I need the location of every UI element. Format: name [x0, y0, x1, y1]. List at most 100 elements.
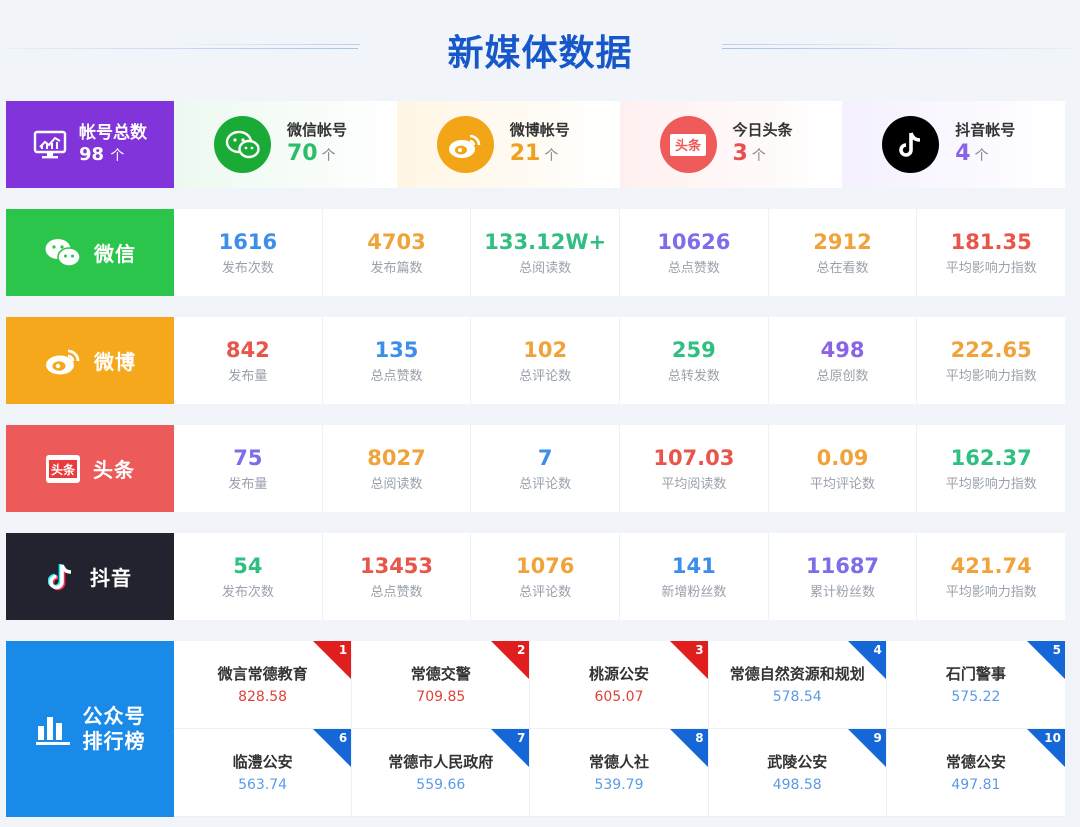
accounts-total-count: 98 [79, 144, 105, 165]
ranking-item[interactable]: 8 常德人社 539.79 [530, 729, 709, 817]
stat-cell[interactable]: 10626 总点赞数 [620, 209, 769, 296]
weibo-icon [44, 346, 82, 376]
account-card-toutiao[interactable]: 头条 今日头条 3个 [619, 101, 843, 188]
stat-label: 总原创数 [816, 369, 869, 384]
ranking-section: 公众号 排行榜 1 微言常德教育 828.58 2 常德交警 709.85 3 桃源公安 6… [6, 641, 1065, 817]
wechat-row: 微信 1616 发布次数 4703 发布篇数 133.12W+ 总阅读数 10626 总… [6, 209, 1065, 296]
accounts-cells: 微信帐号 70 个 微博帐号 21 个 头条 今日头条 3个 抖音帐号 4 个 [174, 101, 1065, 188]
weibo-icon [436, 116, 494, 173]
accounts-row: 帐号总数 98 个 微信帐号 70 个 微博帐号 21 个 头条 今日头条 3 … [6, 101, 1065, 188]
stat-label: 平均影响力指数 [945, 261, 1037, 276]
rank-score: 559.66 [416, 776, 466, 793]
wechat-label-panel: 微信 [6, 209, 182, 296]
ranking-item[interactable]: 3 桃源公安 605.07 [530, 641, 709, 729]
unit-label: 个 [321, 147, 336, 164]
stat-cell[interactable]: 4703 发布篇数 [323, 209, 472, 296]
stat-cell[interactable]: 8027 总阅读数 [323, 425, 472, 512]
svg-text:头条: 头条 [51, 462, 76, 477]
ranking-item[interactable]: 5 石门警事 575.22 [886, 641, 1065, 729]
toutiao-icon: 头条 [659, 116, 717, 173]
stat-cell[interactable]: 141 新增粉丝数 [620, 533, 769, 620]
rank-name: 常德交警 [410, 664, 471, 683]
toutiao-label: 头条 [93, 458, 135, 482]
stat-cell[interactable]: 1076 总评论数 [471, 533, 621, 620]
stat-label: 总在看数 [816, 261, 869, 276]
stat-cell[interactable]: 0.09 平均评论数 [769, 425, 918, 512]
stat-label: 总评论数 [519, 369, 572, 384]
rank-name: 常德人社 [588, 752, 649, 771]
stat-cell[interactable]: 2912 总在看数 [769, 209, 918, 296]
rank-score: 539.79 [594, 776, 644, 793]
stat-cell[interactable]: 107.03 平均阅读数 [620, 425, 769, 512]
title-bar: 新媒体数据 [0, 0, 1080, 100]
stat-value: 1076 [515, 554, 575, 578]
rank-score: 498.58 [772, 776, 822, 793]
stat-cell[interactable]: 1616 发布次数 [174, 209, 323, 296]
douyin-label-panel: 抖音 [6, 533, 182, 620]
stat-value: 842 [225, 338, 270, 362]
toutiao-row: 头条 头条 75 发布量 8027 总阅读数 7 总评论数 107.03 平均阅读数 0… [6, 425, 1065, 512]
stat-value: 13453 [359, 554, 434, 578]
account-name: 今日头条 [732, 120, 793, 139]
stat-label: 发布篇数 [370, 261, 423, 276]
wechat-label: 微信 [94, 242, 136, 266]
stat-cell[interactable]: 54 发布次数 [174, 533, 323, 620]
account-card-weibo[interactable]: 微博帐号 21 个 [396, 101, 620, 188]
stat-cell[interactable]: 102 总评论数 [471, 317, 621, 404]
stat-cell[interactable]: 842 发布量 [174, 317, 323, 404]
douyin-row: 抖音 54 发布次数 13453 总点赞数 1076 总评论数 141 新增粉丝数 11… [6, 533, 1065, 620]
ranking-item[interactable]: 9 武陵公安 498.58 [708, 729, 887, 817]
stat-value: 133.12W+ [484, 230, 607, 254]
unit-label: 个 [110, 148, 125, 164]
stat-cell[interactable]: 75 发布量 [174, 425, 323, 512]
stat-value: 421.74 [950, 554, 1032, 578]
stat-cell[interactable]: 498 总原创数 [769, 317, 918, 404]
ranking-label-line2: 排行榜 [82, 729, 146, 753]
stat-cell[interactable]: 11687 累计粉丝数 [769, 533, 918, 620]
stat-cell[interactable]: 133.12W+ 总阅读数 [471, 209, 621, 296]
account-name: 微博帐号 [509, 120, 570, 139]
stat-cell[interactable]: 259 总转发数 [620, 317, 769, 404]
weibo-stats: 842 发布量 135 总点赞数 102 总评论数 259 总转发数 498 总原创数 2… [174, 317, 1065, 404]
stat-value: 181.35 [950, 230, 1032, 254]
ranking-item[interactable]: 1 微言常德教育 828.58 [174, 641, 353, 729]
account-count: 3 [732, 140, 748, 166]
toutiao-label-panel: 头条 头条 [6, 425, 182, 512]
account-card-wechat[interactable]: 微信帐号 70 个 [174, 101, 397, 188]
rank-name: 武陵公安 [767, 752, 828, 771]
toutiao-icon: 头条 [45, 454, 81, 484]
stat-cell[interactable]: 222.65 平均影响力指数 [917, 317, 1065, 404]
monitor-chart-icon [33, 130, 67, 160]
account-card-douyin[interactable]: 抖音帐号 4个 [842, 101, 1065, 188]
stat-cell[interactable]: 13453 总点赞数 [323, 533, 472, 620]
stat-label: 新增粉丝数 [661, 585, 727, 600]
stat-label: 发布量 [228, 369, 268, 384]
stat-cell[interactable]: 135 总点赞数 [323, 317, 472, 404]
rank-score: 605.07 [594, 688, 644, 705]
stat-label: 平均阅读数 [661, 477, 727, 492]
stat-cell[interactable]: 7 总评论数 [471, 425, 621, 512]
stat-cell[interactable]: 421.74 平均影响力指数 [917, 533, 1065, 620]
stat-value: 135 [374, 338, 419, 362]
rank-number: 4 [873, 643, 882, 657]
stat-label: 总阅读数 [519, 261, 572, 276]
stat-cell[interactable]: 162.37 平均影响力指数 [917, 425, 1065, 512]
rank-number: 3 [695, 643, 704, 657]
stat-label: 总评论数 [519, 477, 572, 492]
ranking-item[interactable]: 6 临澧公安 563.74 [174, 729, 353, 817]
ranking-item[interactable]: 10 常德公安 497.81 [886, 729, 1065, 817]
weibo-label: 微博 [94, 350, 136, 374]
rank-number: 5 [1052, 643, 1061, 657]
stat-label: 总转发数 [667, 369, 720, 384]
rank-name: 桃源公安 [588, 664, 649, 683]
ranking-item[interactable]: 2 常德交警 709.85 [352, 641, 531, 729]
stat-value: 107.03 [653, 446, 735, 470]
stat-label: 总点赞数 [370, 369, 423, 384]
accounts-total-panel: 帐号总数 98 个 [6, 101, 182, 188]
stat-label: 平均影响力指数 [945, 585, 1037, 600]
rank-score: 709.85 [416, 688, 466, 705]
stat-cell[interactable]: 181.35 平均影响力指数 [917, 209, 1065, 296]
ranking-item[interactable]: 4 常德自然资源和规划 578.54 [708, 641, 887, 729]
stat-value: 222.65 [950, 338, 1032, 362]
ranking-item[interactable]: 7 常德市人民政府 559.66 [352, 729, 531, 817]
